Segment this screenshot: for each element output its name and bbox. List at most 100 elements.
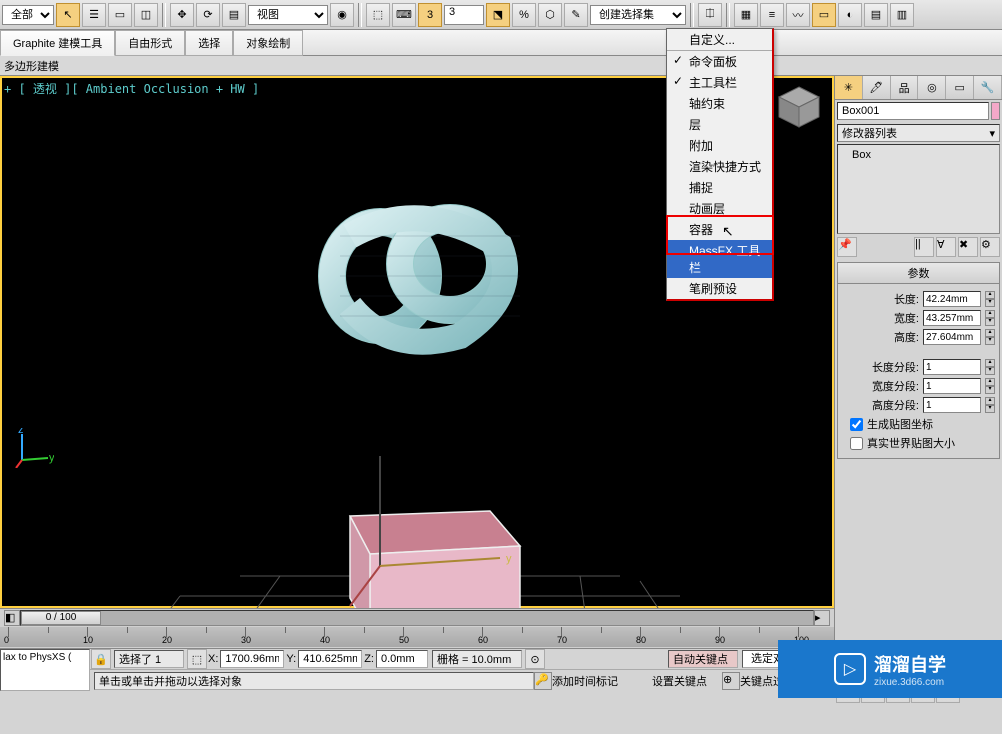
abs-rel-button[interactable]: ⬚ xyxy=(187,649,207,669)
lseg-spinner[interactable] xyxy=(923,359,981,375)
move-button[interactable]: ✥ xyxy=(170,3,194,27)
add-time-tag[interactable]: 添加时间标记 xyxy=(552,673,652,689)
width-spinner[interactable] xyxy=(923,310,981,326)
selection-filter-combo[interactable]: 全部 xyxy=(2,5,54,25)
named-selset-combo[interactable]: 创建选择集 xyxy=(590,5,686,25)
menu-customize[interactable]: 自定义... xyxy=(667,29,772,51)
parameters-rollout: 参数 长度:▴▾ 宽度:▴▾ 高度:▴▾ 长度分段:▴▾ 宽度分段:▴▾ 高度分… xyxy=(837,262,1000,459)
layer-manager-button[interactable]: ≡ xyxy=(760,3,784,27)
modify-tab-icon[interactable]: 🖊 xyxy=(863,76,891,99)
rect-select-button[interactable]: ▭ xyxy=(108,3,132,27)
ribbon-tab-graphite[interactable]: Graphite 建模工具 xyxy=(0,30,115,56)
use-pivot-button[interactable]: ◉ xyxy=(330,3,354,27)
ribbon-tab-objectpaint[interactable]: 对象绘制 xyxy=(233,30,303,56)
hierarchy-tab-icon[interactable]: 品 xyxy=(891,76,919,99)
window-crossing-button[interactable]: ◫ xyxy=(134,3,158,27)
scale-button[interactable]: ▤ xyxy=(222,3,246,27)
select-manipulate-button[interactable]: ⬚ xyxy=(366,3,390,27)
ribbon-tab-selection[interactable]: 选择 xyxy=(185,30,233,56)
pin-stack-button[interactable]: 📌 xyxy=(837,237,857,257)
viewcube[interactable] xyxy=(774,82,824,132)
watermark-title: 溜溜自学 xyxy=(874,651,946,677)
render-setup-button[interactable]: ▤ xyxy=(864,3,888,27)
make-unique-button[interactable]: ∀ xyxy=(936,237,956,257)
show-end-result-button[interactable]: || xyxy=(914,237,934,257)
z-coord-input[interactable] xyxy=(376,650,428,668)
auto-key-button[interactable]: 自动关键点 xyxy=(668,650,738,668)
menu-item-brush-presets[interactable]: 笔刷预设 xyxy=(667,278,772,299)
curve-editor-button[interactable]: 〰 xyxy=(786,3,810,27)
menu-item-render-shortcuts[interactable]: 渲染快捷方式 xyxy=(667,156,772,177)
snap-toggle-button[interactable]: 3 xyxy=(418,3,442,27)
lock-selection-button[interactable]: 🔒 xyxy=(91,649,111,669)
wseg-spinner[interactable] xyxy=(923,378,981,394)
maxscript-listener[interactable]: lax to PhysXS ( xyxy=(0,649,90,691)
configure-sets-button[interactable]: ⚙ xyxy=(980,237,1000,257)
keyboard-shortcut-button[interactable]: ⌨ xyxy=(392,3,416,27)
modifier-stack[interactable]: Box xyxy=(837,144,1000,234)
select-object-button[interactable]: ↖ xyxy=(56,3,80,27)
torus-knot-object[interactable] xyxy=(300,176,560,376)
sub-ribbon-label: 多边形建模 xyxy=(4,61,59,73)
cursor-icon: ↖ xyxy=(722,223,734,240)
rotate-button[interactable]: ⟳ xyxy=(196,3,220,27)
modifier-list-combo[interactable]: 修改器列表▾ xyxy=(837,124,1000,142)
menu-item-command-panel[interactable]: 命令面板 xyxy=(667,51,772,72)
height-spinner[interactable] xyxy=(923,329,981,345)
y-coord-input[interactable] xyxy=(298,650,362,668)
time-slider[interactable]: ◧ 0 / 100 ▸ xyxy=(0,609,834,627)
percent-snap-button[interactable]: % xyxy=(512,3,536,27)
watermark-url: zixue.3d66.com xyxy=(874,677,946,688)
schematic-view-button[interactable]: ▭ xyxy=(812,3,836,27)
object-color-swatch[interactable] xyxy=(991,102,1000,120)
grid-label: 栅格 = 10.0mm xyxy=(432,650,522,668)
menu-item-snaps[interactable]: 捕捉 xyxy=(667,177,772,198)
edit-named-sel-button[interactable]: ✎ xyxy=(564,3,588,27)
menu-item-anim-layers[interactable]: 动画层 xyxy=(667,198,772,219)
mirror-button[interactable]: ⎅ xyxy=(698,3,722,27)
create-tab-icon[interactable]: ✳ xyxy=(835,76,863,99)
viewport-label[interactable]: + [ 透视 ][ Ambient Occlusion + HW ] xyxy=(4,80,259,97)
select-by-name-button[interactable]: ☰ xyxy=(82,3,106,27)
x-coord-input[interactable] xyxy=(220,650,284,668)
lock-ui-button[interactable]: 🔑 xyxy=(534,672,552,690)
align-button[interactable]: ▦ xyxy=(734,3,758,27)
menu-item-layers[interactable]: 层 xyxy=(667,114,772,135)
y-label: Y: xyxy=(286,653,296,665)
selected-count: 选择了 1 xyxy=(114,650,184,668)
width-label: 宽度: xyxy=(842,310,919,326)
angle-snap-button[interactable]: ⬔ xyxy=(486,3,510,27)
menu-item-containers[interactable]: 容器 xyxy=(667,219,772,240)
ref-coord-combo[interactable]: 视图 xyxy=(248,5,328,25)
gen-map-checkbox[interactable] xyxy=(850,418,863,431)
key-mode-button[interactable]: ⊕ xyxy=(722,672,740,690)
snap-value[interactable]: 3 xyxy=(444,5,484,25)
object-name-input[interactable] xyxy=(837,102,989,120)
remove-modifier-button[interactable]: ✖ xyxy=(958,237,978,257)
rollout-header[interactable]: 参数 xyxy=(838,263,999,284)
menu-item-axis-constraint[interactable]: 轴约束 xyxy=(667,93,772,114)
toolbar-context-menu: 自定义... 命令面板 主工具栏 轴约束 层 附加 渲染快捷方式 捕捉 动画层 … xyxy=(666,28,774,301)
menu-item-extras[interactable]: 附加 xyxy=(667,135,772,156)
hseg-spinner[interactable] xyxy=(923,397,981,413)
status-prompt: 单击或单击并拖动以选择对象 xyxy=(94,672,534,690)
ribbon-tab-freeform[interactable]: 自由形式 xyxy=(115,30,185,56)
isolate-button[interactable]: ⊙ xyxy=(525,649,545,669)
spinner-snap-button[interactable]: ⬡ xyxy=(538,3,562,27)
material-editor-button[interactable]: ◐ xyxy=(838,3,862,27)
display-tab-icon[interactable]: ▭ xyxy=(946,76,974,99)
svg-text:x: x xyxy=(14,465,20,468)
utilities-tab-icon[interactable]: 🔧 xyxy=(974,76,1002,99)
length-spinner[interactable] xyxy=(923,291,981,307)
stack-item-box[interactable]: Box xyxy=(840,147,997,163)
time-config-button[interactable]: ◧ xyxy=(4,610,20,626)
set-key-button[interactable]: 设置关键点 xyxy=(652,673,722,689)
time-end-button[interactable]: ▸ xyxy=(814,610,830,626)
menu-item-main-toolbar[interactable]: 主工具栏 xyxy=(667,72,772,93)
time-slider-handle[interactable]: 0 / 100 xyxy=(21,611,101,625)
menu-item-massfx-toolbar[interactable]: MassFX 工具栏 xyxy=(667,240,772,278)
time-ruler[interactable]: 0102030405060708090100 xyxy=(0,627,834,647)
motion-tab-icon[interactable]: ◎ xyxy=(918,76,946,99)
real-world-checkbox[interactable] xyxy=(850,437,863,450)
render-frame-button[interactable]: ▥ xyxy=(890,3,914,27)
